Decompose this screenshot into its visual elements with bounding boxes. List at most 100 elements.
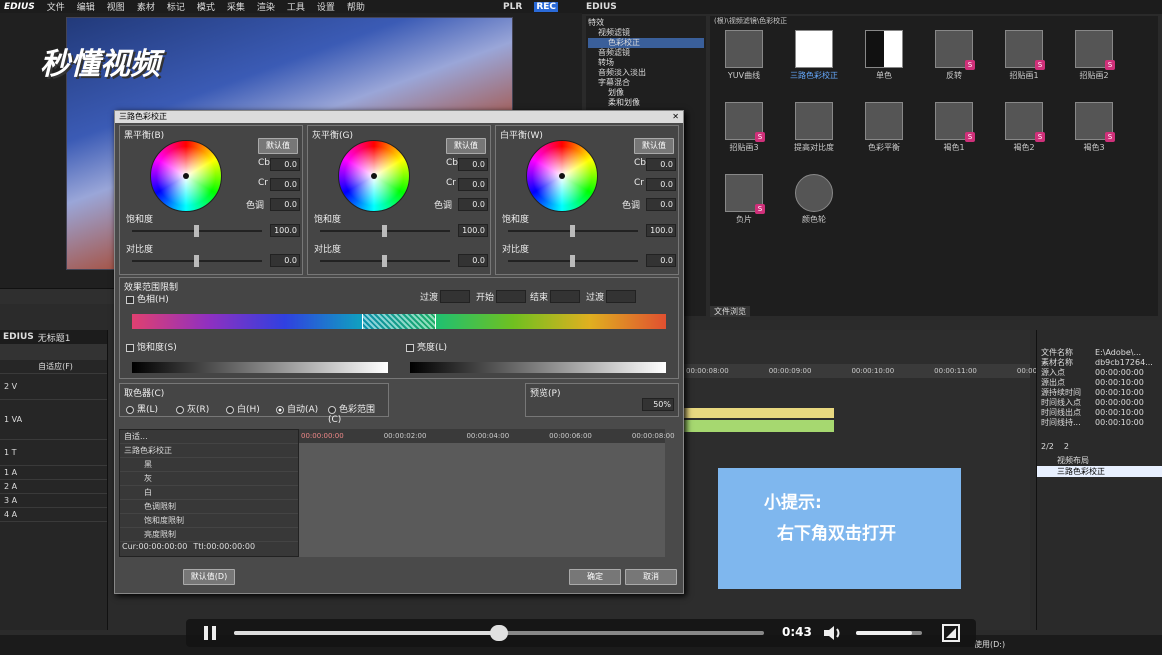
- effect-color-balance[interactable]: 色彩平衡: [854, 102, 914, 153]
- gray-color-wheel[interactable]: [338, 140, 410, 212]
- black-contrast-field[interactable]: 0.0: [270, 254, 300, 267]
- tree-item[interactable]: 柔和划像: [588, 98, 704, 108]
- hue-trans-in-field[interactable]: [440, 290, 470, 303]
- effect-3way-color[interactable]: 三路色彩校正: [784, 30, 844, 81]
- white-hue-field[interactable]: 0.0: [646, 198, 676, 211]
- effect-sepia3[interactable]: S 褐色3: [1064, 102, 1124, 153]
- black-sat-field[interactable]: 100.0: [270, 224, 300, 237]
- effect-poster1[interactable]: S 招贴画1: [994, 30, 1054, 81]
- menu-view[interactable]: 视图: [107, 0, 125, 13]
- gray-cr-field[interactable]: 0.0: [458, 178, 488, 191]
- track-a3[interactable]: 3 A: [0, 494, 107, 508]
- white-cr-field[interactable]: 0.0: [646, 178, 676, 191]
- volume-icon[interactable]: [822, 624, 844, 642]
- audio-clip[interactable]: [684, 420, 834, 432]
- white-sat-field[interactable]: 100.0: [646, 224, 676, 237]
- white-contrast-field[interactable]: 0.0: [646, 254, 676, 267]
- hue-range-selection[interactable]: [362, 314, 436, 329]
- picker-gray-radio[interactable]: 灰(R): [176, 402, 209, 415]
- white-sat-slider[interactable]: [508, 225, 638, 237]
- video-progress-bar[interactable]: [234, 625, 764, 641]
- picker-black-radio[interactable]: 黑(L): [126, 402, 158, 415]
- layer-item[interactable]: 视频布局: [1037, 455, 1162, 466]
- tree-item[interactable]: 音频滤镜: [588, 48, 704, 58]
- black-cr-field[interactable]: 0.0: [270, 178, 300, 191]
- track-toolbar[interactable]: [0, 344, 107, 360]
- track-a2[interactable]: 2 A: [0, 480, 107, 494]
- menu-mode[interactable]: 模式: [197, 0, 215, 13]
- hue-limit-checkbox[interactable]: 色相(H): [126, 292, 169, 305]
- volume-slider[interactable]: [856, 631, 922, 635]
- tree-item[interactable]: 转场: [588, 58, 704, 68]
- rec-toggle[interactable]: REC: [534, 1, 558, 12]
- white-contrast-slider[interactable]: [508, 255, 638, 267]
- menu-edit[interactable]: 编辑: [77, 0, 95, 13]
- keyframe-track[interactable]: 00:00:00:00 00:00:02:00 00:00:04:00 00:00:0…: [299, 429, 675, 557]
- effect-sepia1[interactable]: S 褐色1: [924, 102, 984, 153]
- sat-limit-checkbox[interactable]: 饱和度(S): [126, 340, 177, 353]
- effect-sepia2[interactable]: S 褐色2: [994, 102, 1054, 153]
- white-default-button[interactable]: 默认值: [634, 138, 674, 154]
- menu-capture[interactable]: 采集: [227, 0, 245, 13]
- tree-item[interactable]: 视频滤镜: [588, 28, 704, 38]
- menu-help[interactable]: 帮助: [347, 0, 365, 13]
- white-color-wheel[interactable]: [526, 140, 598, 212]
- progress-handle[interactable]: [490, 625, 508, 641]
- keyframe-mode[interactable]: 自适...: [120, 430, 298, 444]
- tree-item[interactable]: 字幕混合: [588, 78, 704, 88]
- lum-range-bar[interactable]: [410, 362, 666, 373]
- kf-row-white[interactable]: 白: [120, 486, 298, 500]
- gray-sat-field[interactable]: 100.0: [458, 224, 488, 237]
- effect-yuv-curve[interactable]: YUV曲线: [714, 30, 774, 81]
- tree-item[interactable]: 音频淡入淡出: [588, 68, 704, 78]
- black-color-wheel[interactable]: [150, 140, 222, 212]
- effect-contrast[interactable]: 提高对比度: [784, 102, 844, 153]
- track-a1[interactable]: 1 A: [0, 466, 107, 480]
- close-icon[interactable]: ✕: [672, 111, 679, 123]
- menu-clip[interactable]: 素材: [137, 0, 155, 13]
- track-va1[interactable]: 1 VA: [0, 400, 107, 440]
- menu-marker[interactable]: 标记: [167, 0, 185, 13]
- tree-item[interactable]: 特效: [588, 18, 704, 28]
- hue-end-field[interactable]: [550, 290, 580, 303]
- kf-row-lum[interactable]: 亮度限制: [120, 528, 298, 542]
- menu-tools[interactable]: 工具: [287, 0, 305, 13]
- tree-item[interactable]: 划像: [588, 88, 704, 98]
- tree-item-selected[interactable]: 色彩校正: [588, 38, 704, 48]
- picker-range-radio[interactable]: 色彩范围(C): [328, 402, 388, 425]
- hue-start-field[interactable]: [496, 290, 526, 303]
- ok-button[interactable]: 确定: [569, 569, 621, 585]
- kf-row-black[interactable]: 黑: [120, 458, 298, 472]
- effect-poster3[interactable]: S 招贴画3: [714, 102, 774, 153]
- effect-color-wheel[interactable]: 颜色轮: [784, 174, 844, 225]
- black-cb-field[interactable]: 0.0: [270, 158, 300, 171]
- hue-trans-out-field[interactable]: [606, 290, 636, 303]
- picker-white-radio[interactable]: 白(H): [226, 402, 260, 415]
- effect-negative[interactable]: S 负片: [714, 174, 774, 225]
- gray-contrast-field[interactable]: 0.0: [458, 254, 488, 267]
- track-v2[interactable]: 2 V: [0, 374, 107, 400]
- track-t1[interactable]: 1 T: [0, 440, 107, 466]
- menu-settings[interactable]: 设置: [317, 0, 335, 13]
- picker-auto-radio[interactable]: 自动(A): [276, 402, 318, 415]
- timeline-ruler[interactable]: 00:00:08:00 00:00:09:00 00:00:10:00 00:00:1…: [680, 364, 1048, 378]
- gray-sat-slider[interactable]: [320, 225, 450, 237]
- dialog-default-button[interactable]: 默认值(D): [183, 569, 235, 585]
- pause-icon[interactable]: [202, 625, 218, 641]
- plr-toggle[interactable]: PLR: [503, 2, 522, 12]
- white-cb-field[interactable]: 0.0: [646, 158, 676, 171]
- menu-render[interactable]: 渲染: [257, 0, 275, 13]
- black-default-button[interactable]: 默认值: [258, 138, 298, 154]
- mode-select[interactable]: 自适应(F): [0, 360, 107, 374]
- kf-row-gray[interactable]: 灰: [120, 472, 298, 486]
- preview-zoom-field[interactable]: 50%: [642, 398, 674, 411]
- effect-poster2[interactable]: S 招贴画2: [1064, 30, 1124, 81]
- black-contrast-slider[interactable]: [132, 255, 262, 267]
- video-clip[interactable]: [684, 408, 834, 418]
- gray-cb-field[interactable]: 0.0: [458, 158, 488, 171]
- gray-default-button[interactable]: 默认值: [446, 138, 486, 154]
- cancel-button[interactable]: 取消: [625, 569, 677, 585]
- kf-row-sat[interactable]: 饱和度限制: [120, 514, 298, 528]
- menu-file[interactable]: 文件: [47, 0, 65, 13]
- effect-invert[interactable]: S 反转: [924, 30, 984, 81]
